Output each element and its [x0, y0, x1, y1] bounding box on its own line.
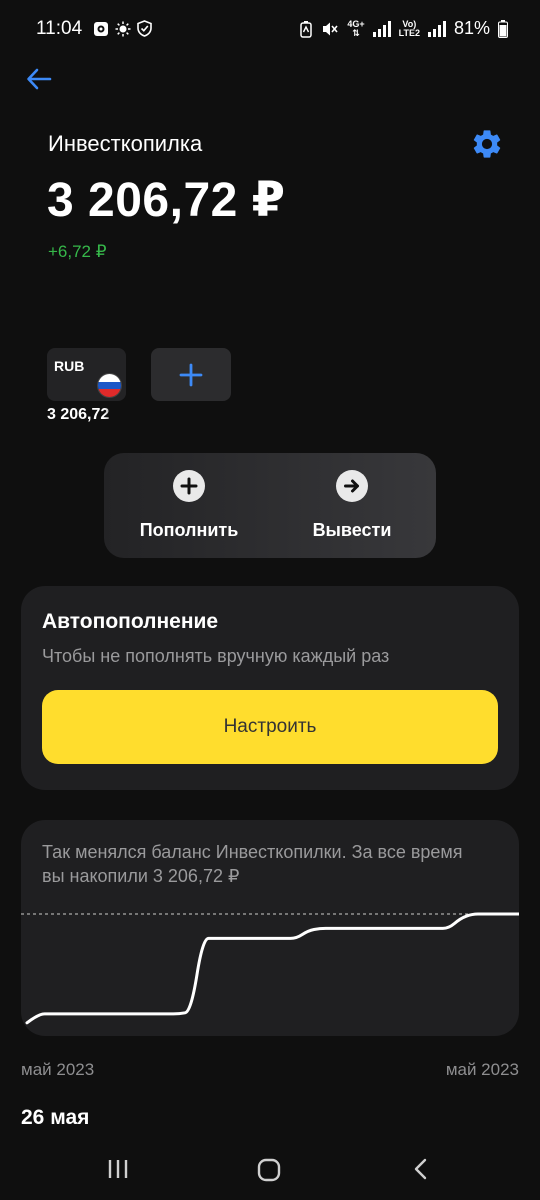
shield-check-icon [137, 20, 152, 37]
x-axis-label-start: май 2023 [21, 1060, 95, 1079]
add-currency-button[interactable] [151, 348, 231, 401]
system-navbar [0, 1140, 540, 1200]
account-title: Инвесткопилка [48, 131, 203, 156]
balance-delta: +6,72 ₽ [48, 242, 107, 261]
volte-label: Vo) LTE2 [398, 18, 420, 38]
autofill-title: Автопополнение [42, 610, 219, 633]
home-icon[interactable] [257, 1158, 281, 1182]
mute-icon [323, 22, 338, 35]
currency-amount: 3 206,72 [47, 406, 110, 423]
signal-icon-2 [427, 20, 446, 37]
network-4g-label: 4G+ ⇅ [347, 18, 365, 38]
arrow-right-circle-icon [336, 470, 368, 502]
history-date-heading: 26 мая [21, 1106, 90, 1129]
status-right-icons: 4G+ ⇅ Vo) LTE2 81% [299, 18, 508, 39]
autofill-subtitle: Чтобы не пополнять вручную каждый раз [42, 646, 390, 666]
plus-icon [179, 363, 203, 386]
withdraw-button[interactable]: Вывести [288, 470, 416, 550]
signal-icon-1 [372, 20, 391, 37]
withdraw-label: Вывести [312, 520, 392, 540]
russia-flag-icon [97, 373, 122, 398]
battery-percent: 81% [453, 18, 490, 38]
sun-icon [115, 21, 131, 36]
gear-icon[interactable] [470, 127, 504, 161]
x-axis-label-end: май 2023 [445, 1060, 519, 1079]
chart-series-line [25, 912, 519, 1025]
balance-chart [21, 912, 519, 1025]
account-balance: 3 206,72 ₽ [47, 174, 286, 227]
battery-icon [498, 19, 508, 38]
currency-code: RUB [54, 358, 85, 374]
plus-circle-icon [173, 470, 205, 502]
recent-apps-icon[interactable] [107, 1158, 129, 1180]
top-up-label: Пополнить [139, 520, 239, 540]
status-time: 11:04 [36, 18, 83, 39]
arrow-left-icon[interactable] [24, 64, 54, 94]
battery-saver-icon [300, 20, 313, 38]
setup-autofill-button[interactable]: Настроить [42, 690, 498, 764]
status-left-icons [93, 20, 152, 37]
screen-record-icon [94, 21, 108, 36]
back-nav-icon[interactable] [410, 1158, 432, 1180]
top-up-button[interactable]: Пополнить [124, 470, 254, 550]
